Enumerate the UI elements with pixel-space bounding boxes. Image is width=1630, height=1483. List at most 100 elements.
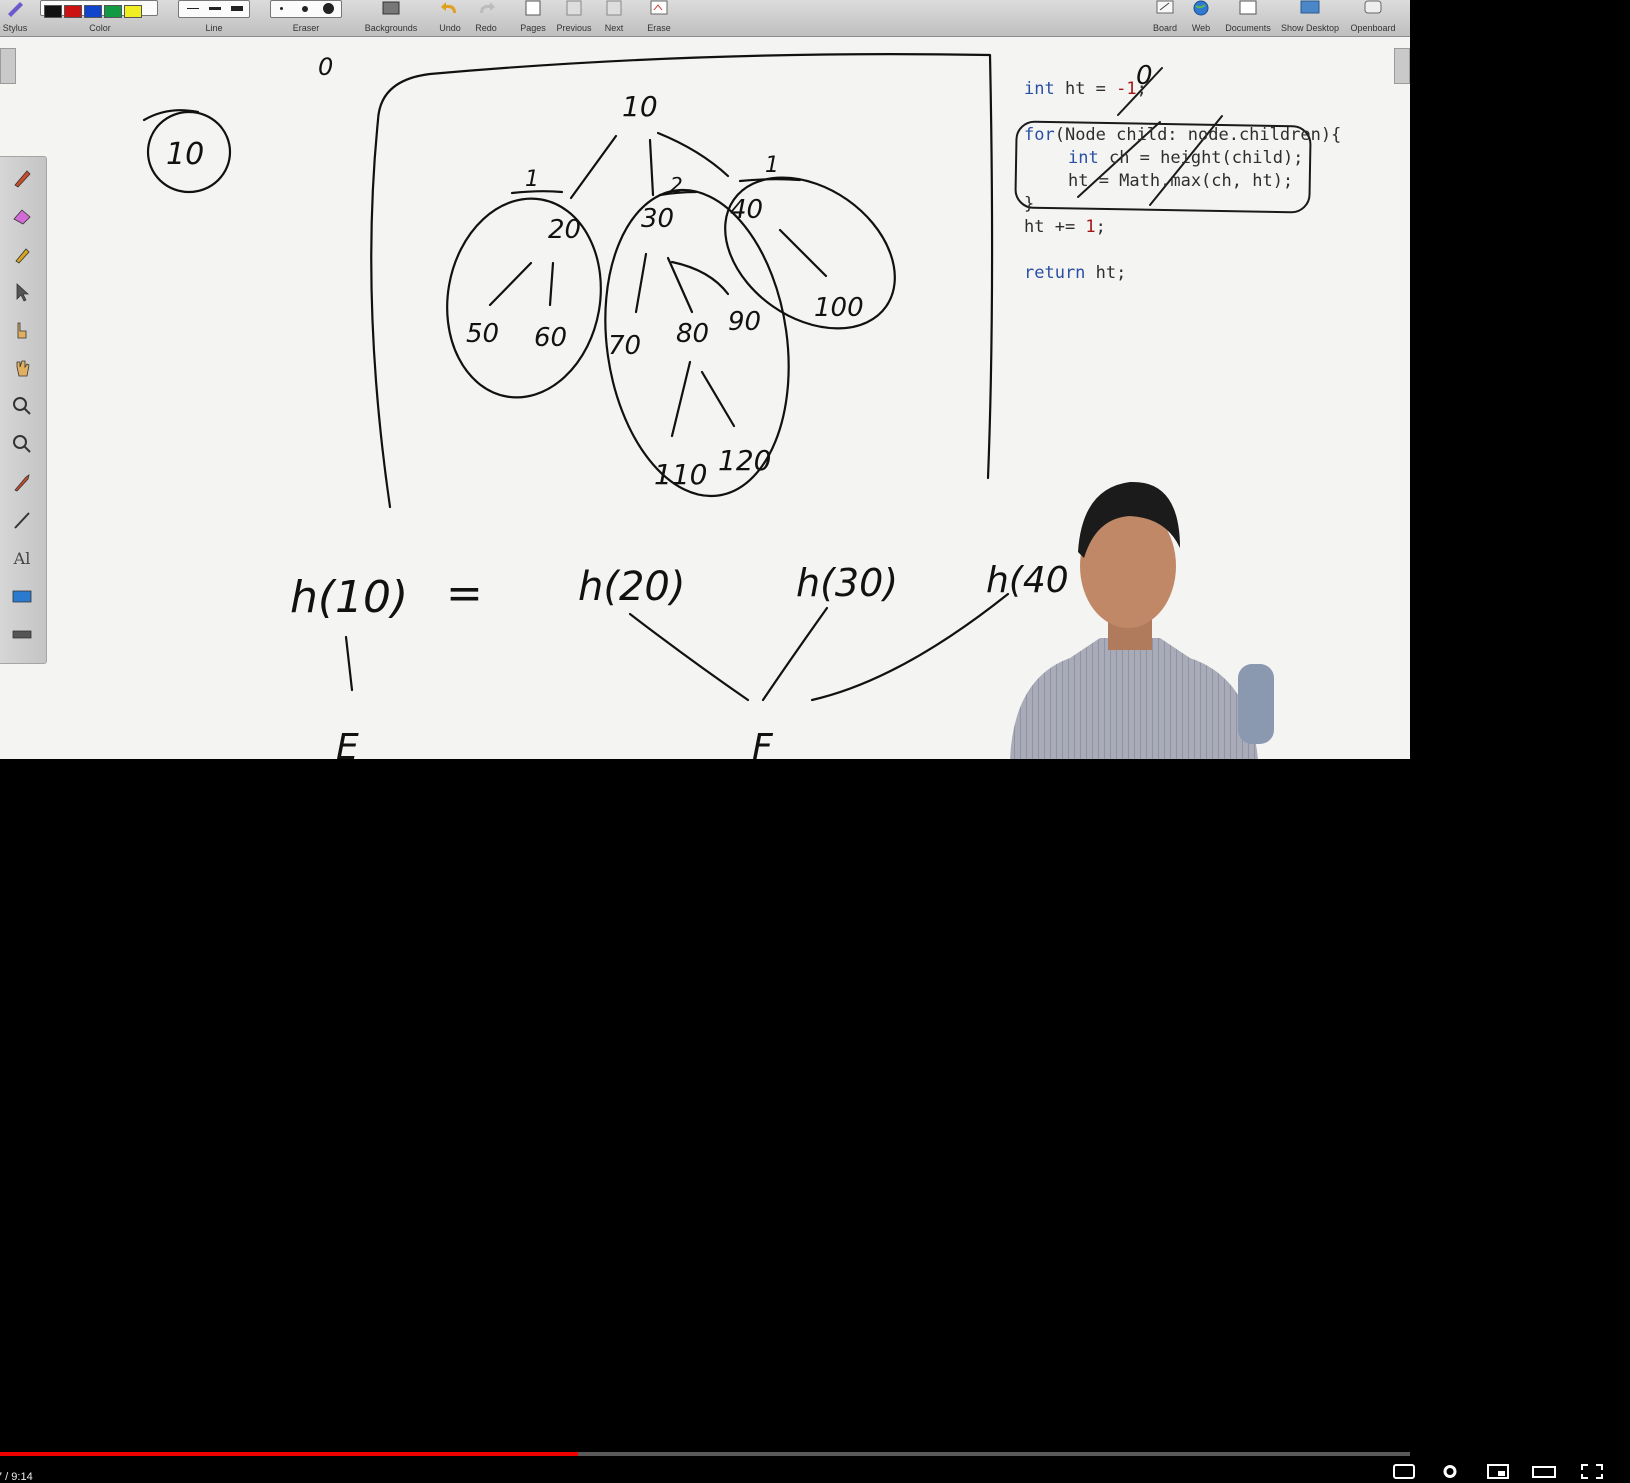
edge-10-30 xyxy=(648,138,655,197)
code-line-1: int ht = -1; xyxy=(1024,79,1147,99)
toolbar-redo[interactable]: Redo xyxy=(472,0,500,36)
toolbar-undo[interactable]: Undo xyxy=(436,0,464,36)
code-line-5: } xyxy=(1024,194,1035,214)
color-swatch[interactable] xyxy=(104,5,122,18)
equation-term-20: h(20) xyxy=(578,564,685,610)
equation-left-line xyxy=(344,635,354,692)
undo-label: Undo xyxy=(439,23,461,33)
toolbar-openboard[interactable]: Openboard xyxy=(1346,0,1400,36)
color-swatch[interactable] xyxy=(84,5,102,18)
tree-node-60: 60 xyxy=(534,323,567,353)
captions-icon[interactable] xyxy=(1392,1464,1416,1479)
edge-10-40 xyxy=(656,131,730,178)
toolbar-pages[interactable]: Pages xyxy=(518,0,548,36)
tree-node-120: 120 xyxy=(718,444,771,477)
board-toolbar: Stylus Color Line Eraser Backgrounds Und… xyxy=(0,0,1410,37)
color-swatch[interactable] xyxy=(64,5,82,18)
toolbar-eraser: Eraser xyxy=(268,0,344,36)
redo-icon xyxy=(480,2,495,13)
pages-label: Pages xyxy=(520,23,546,33)
line-label: Line xyxy=(205,23,223,33)
tree-node-110: 110 xyxy=(654,458,707,491)
color-swatch[interactable] xyxy=(44,5,62,18)
backgrounds-icon xyxy=(382,1,400,15)
subtree-20-circle xyxy=(446,197,602,399)
tree-node-30: 30 xyxy=(641,204,674,234)
web-label: Web xyxy=(1191,23,1211,33)
code-line-7: return ht; xyxy=(1024,263,1127,283)
line-width-selector[interactable] xyxy=(178,0,250,18)
subtree-frame xyxy=(370,53,994,509)
previous-page-icon xyxy=(566,0,582,16)
color-label: Color xyxy=(89,23,111,33)
tree-node-70: 70 xyxy=(608,331,641,361)
handwritten-zero: 0 xyxy=(318,53,333,81)
tree-node-root: 10 xyxy=(622,90,658,123)
undo-icon xyxy=(441,2,456,13)
toolbar-erase[interactable]: Erase xyxy=(644,0,674,36)
openboard-menu-icon xyxy=(1364,0,1382,14)
toolbar-line: Line xyxy=(176,0,252,36)
backgrounds-label: Backgrounds xyxy=(364,23,418,33)
edge-80-120 xyxy=(700,370,736,428)
equation-branch-40 xyxy=(810,592,1010,702)
video-frame[interactable]: Stylus Color Line Eraser Backgrounds Und… xyxy=(0,0,1410,759)
edge-label-40: 1 xyxy=(765,153,779,178)
tree-node-80: 80 xyxy=(676,319,709,349)
edge-80-110 xyxy=(670,360,692,438)
progress-bar[interactable] xyxy=(0,1452,1410,1456)
presenter-webcam-overlay xyxy=(1010,481,1274,759)
edge-30-90 xyxy=(670,260,730,296)
toolbar-web[interactable]: Web xyxy=(1186,0,1216,36)
equation-equals: = xyxy=(446,568,483,619)
tree-node-50: 50 xyxy=(466,319,499,349)
desktop-icon xyxy=(1300,0,1320,14)
code-snippet: int ht = -1; for(Node child: node.childr… xyxy=(1024,78,1341,285)
equation-branch-20 xyxy=(628,612,750,702)
stylus-icon xyxy=(8,2,23,17)
edge-30-70 xyxy=(634,252,648,314)
edge-label-30: 2 xyxy=(670,173,683,197)
equation-left: h(10) xyxy=(290,572,408,623)
code-line-6: ht += 1; xyxy=(1024,217,1106,237)
tree-node-100: 100 xyxy=(814,293,864,323)
equation-term-30: h(30) xyxy=(796,561,898,605)
code-line-4: ht = Math.max(ch, ht); xyxy=(1068,171,1294,191)
edge-20-50 xyxy=(488,261,533,307)
color-swatch[interactable] xyxy=(124,5,142,18)
documents-icon xyxy=(1239,0,1257,15)
theater-mode-icon[interactable] xyxy=(1532,1464,1556,1479)
erase-label: Erase xyxy=(647,23,671,33)
edge-20-60 xyxy=(548,261,555,307)
toolbar-next[interactable]: Next xyxy=(600,0,628,36)
eraser-label: Eraser xyxy=(292,23,320,33)
tree-node-40: 40 xyxy=(730,195,763,225)
toolbar-previous[interactable]: Previous xyxy=(554,0,594,36)
player-controls: 7 / 9:14 xyxy=(0,720,1630,1483)
time-display: 7 / 9:14 xyxy=(0,1471,33,1483)
stylus-label: Stylus xyxy=(2,23,28,33)
web-globe-icon xyxy=(1193,0,1209,16)
erase-page-icon xyxy=(650,0,668,15)
toolbar-show-desktop[interactable]: Show Desktop xyxy=(1280,0,1340,36)
toolbar-backgrounds[interactable]: Backgrounds xyxy=(362,0,420,36)
settings-gear-icon[interactable] xyxy=(1438,1464,1462,1479)
show-desktop-label: Show Desktop xyxy=(1280,23,1340,33)
edge-40-100 xyxy=(778,228,828,278)
next-page-icon xyxy=(606,0,622,16)
tree-node-90: 90 xyxy=(728,307,761,337)
color-swatches[interactable] xyxy=(40,0,158,18)
toolbar-documents[interactable]: Documents xyxy=(1222,0,1274,36)
toolbar-board[interactable]: Board xyxy=(1150,0,1180,36)
fullscreen-icon[interactable] xyxy=(1580,1464,1604,1479)
board-icon xyxy=(1156,0,1174,14)
miniplayer-icon[interactable] xyxy=(1486,1464,1510,1479)
next-label: Next xyxy=(604,23,624,33)
edge-label-20: 1 xyxy=(525,167,539,192)
redo-label: Redo xyxy=(475,23,497,33)
eraser-size-selector[interactable] xyxy=(270,0,342,18)
toolbar-stylus[interactable]: Stylus xyxy=(0,0,30,36)
edge-10-20 xyxy=(569,134,618,200)
board-label: Board xyxy=(1152,23,1178,33)
equation-branch-30 xyxy=(761,606,829,702)
